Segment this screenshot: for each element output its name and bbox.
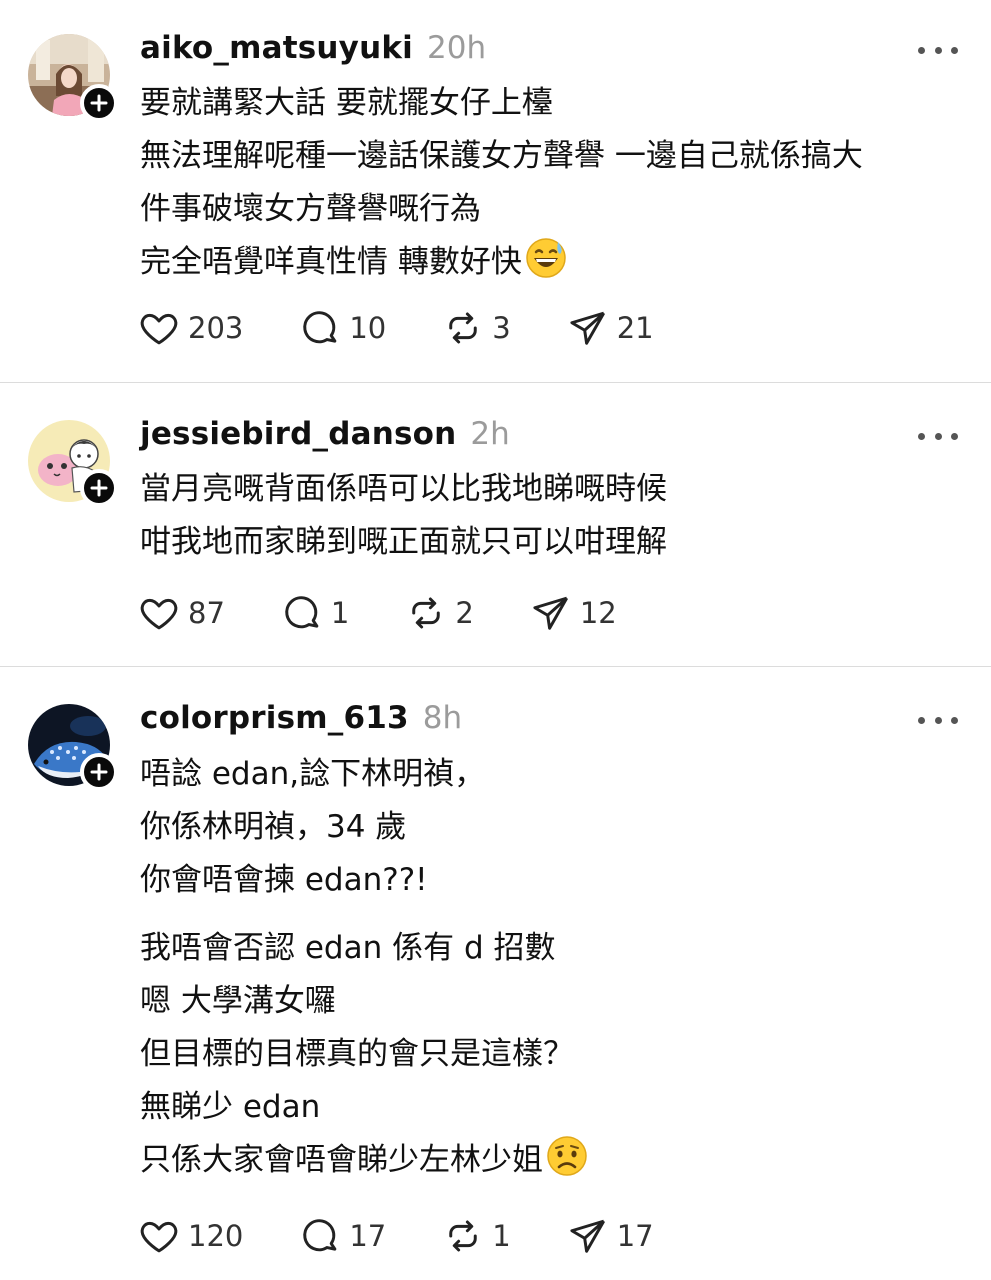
post-text-line-with-emoji: 只係大家會唔會睇少左林少姐 <box>140 1134 980 1187</box>
timestamp: 20h <box>427 30 487 66</box>
post-text-line: 咁我地而家睇到嘅正面就只可以咁理解 <box>140 524 667 560</box>
post-text-line: 無睇少 edan <box>140 1089 321 1125</box>
share-button[interactable]: 21 <box>567 306 654 350</box>
share-button[interactable]: 12 <box>530 591 617 635</box>
share-button[interactable]: 17 <box>567 1214 654 1258</box>
post-text-line-with-emoji: 完全唔覺咩真性情 轉數好快 <box>140 236 980 289</box>
send-icon <box>570 311 605 345</box>
post-text-line: 當月亮嘅背面係唔可以比我地睇嘅時候 <box>140 471 667 507</box>
comment-icon <box>303 311 337 344</box>
post-text-line: 完全唔覺咩真性情 轉數好快 <box>140 244 522 280</box>
plus-icon <box>90 763 108 781</box>
post-text-line: 但目標的目標真的會只是這樣？ <box>140 1036 574 1072</box>
more-options-icon[interactable] <box>918 426 958 446</box>
post-header: jessiebird_danson 2h <box>140 416 510 456</box>
grinning-sweat-emoji <box>526 238 566 278</box>
comment-icon <box>303 1219 337 1252</box>
repost-icon <box>449 1220 478 1252</box>
repost-icon <box>412 597 441 629</box>
post-text-line: 要就講緊大話 要就擺女仔上檯 <box>140 85 553 121</box>
more-options-icon[interactable] <box>918 40 958 60</box>
post-divider <box>0 382 991 383</box>
username[interactable]: colorprism_613 <box>140 700 409 736</box>
post-header: aiko_matsuyuki 20h <box>140 30 486 70</box>
post-text-line: 你會唔會揀 edan??! <box>140 862 428 898</box>
like-button[interactable]: 87 <box>138 591 225 635</box>
heart-icon <box>140 313 178 345</box>
reply-count: 1 <box>330 596 350 630</box>
post-text-line: 無法理解呢種一邊話保護女方聲譽 一邊自己就係搞大 <box>140 138 863 174</box>
post-text-line: 件事破壞女方聲譽嘅行為 <box>140 191 481 227</box>
like-count: 120 <box>188 1219 244 1253</box>
follow-button[interactable] <box>80 469 118 507</box>
post-body: 當月亮嘅背面係唔可以比我地睇嘅時候 咁我地而家睇到嘅正面就只可以咁理解 <box>140 463 980 569</box>
like-button[interactable]: 120 <box>138 1214 243 1258</box>
worried-face-emoji <box>547 1136 587 1176</box>
comment-icon <box>285 596 319 629</box>
username[interactable]: aiko_matsuyuki <box>140 30 413 66</box>
post-header: colorprism_613 8h <box>140 700 462 740</box>
heart-icon <box>140 598 178 630</box>
post-divider <box>0 666 991 667</box>
timestamp: 8h <box>422 700 463 736</box>
timestamp: 2h <box>470 416 510 452</box>
send-icon <box>570 1219 605 1253</box>
follow-button[interactable] <box>80 84 118 122</box>
post-actions: 87 1 2 12 <box>138 591 617 635</box>
post-body: 唔諗 edan,諗下林明禎， 你係林明禎，34 歲 你會唔會揀 edan??! … <box>140 748 980 1187</box>
like-button[interactable]: 203 <box>138 306 243 350</box>
repost-count: 1 <box>492 1219 511 1253</box>
post-text-line: 只係大家會唔會睇少左林少姐 <box>140 1142 543 1178</box>
share-count: 12 <box>579 596 617 630</box>
repost-button[interactable]: 3 <box>442 306 511 350</box>
more-options-icon[interactable] <box>918 710 958 730</box>
post-actions: 203 10 3 21 <box>138 306 654 350</box>
repost-button[interactable]: 2 <box>405 591 474 635</box>
username[interactable]: jessiebird_danson <box>140 416 456 452</box>
post-actions: 120 17 1 17 <box>138 1214 654 1258</box>
post-body: 要就講緊大話 要就擺女仔上檯 無法理解呢種一邊話保護女方聲譽 一邊自己就係搞大 … <box>140 77 980 289</box>
like-count: 87 <box>188 596 225 630</box>
repost-count: 2 <box>455 596 474 630</box>
reply-button[interactable]: 17 <box>299 1214 386 1258</box>
repost-count: 3 <box>492 311 511 345</box>
like-count: 203 <box>188 311 244 345</box>
plus-icon <box>90 479 108 497</box>
share-count: 17 <box>616 1219 654 1253</box>
plus-icon <box>90 94 108 112</box>
repost-icon <box>449 312 478 344</box>
share-count: 21 <box>616 311 654 345</box>
post-text-line: 唔諗 edan,諗下林明禎， <box>140 756 486 792</box>
reply-button[interactable]: 10 <box>299 306 386 350</box>
heart-icon <box>140 1221 178 1253</box>
reply-count: 10 <box>349 311 387 345</box>
reply-count: 17 <box>349 1219 387 1253</box>
post-text-line: 我唔會否認 edan 係有 d 招數 <box>140 930 556 966</box>
repost-button[interactable]: 1 <box>442 1214 511 1258</box>
post-text-line: 你係林明禎，34 歲 <box>140 809 407 845</box>
follow-button[interactable] <box>80 753 118 791</box>
send-icon <box>533 596 568 630</box>
reply-button[interactable]: 1 <box>281 591 349 635</box>
post-text-line: 嗯 大學溝女囉 <box>140 983 336 1019</box>
